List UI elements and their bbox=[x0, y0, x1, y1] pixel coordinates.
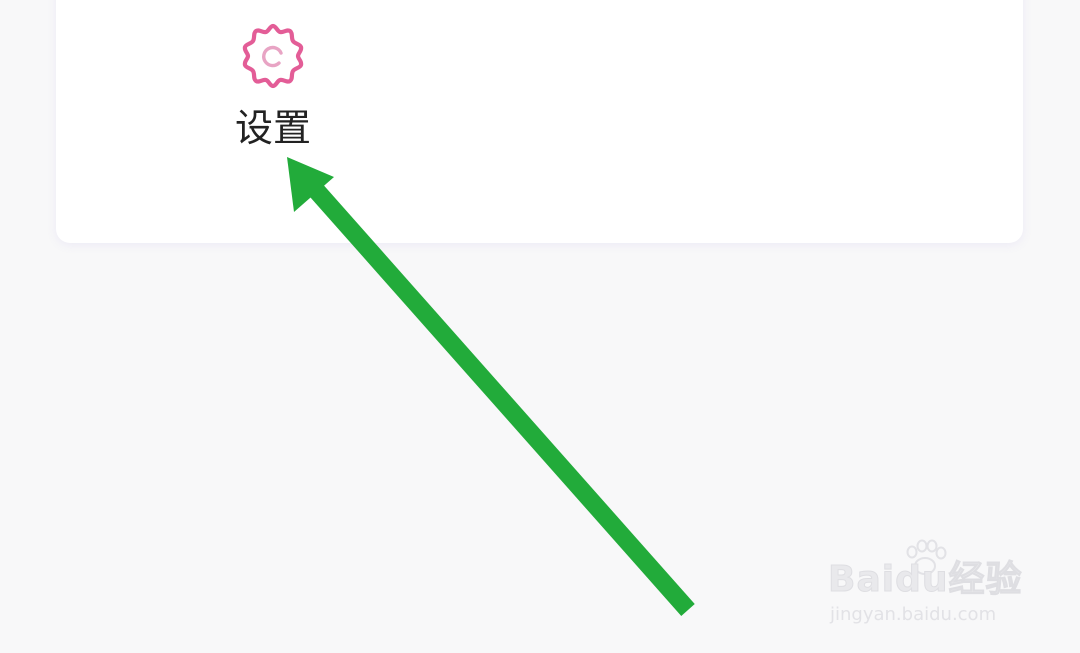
settings-item[interactable]: 设置 bbox=[218, 20, 328, 155]
gear-icon bbox=[242, 23, 304, 89]
watermark-brand: Baidu经验 bbox=[827, 559, 1023, 601]
paw-icon bbox=[906, 539, 947, 575]
watermark-url: jingyan.baidu.com bbox=[830, 604, 997, 625]
watermark: Baidu经验 jingyan.baidu.com bbox=[827, 538, 1028, 633]
settings-label: 设置 bbox=[234, 106, 311, 150]
page: 设置 Baidu经验 jingyan.baidu.com bbox=[0, 0, 1080, 653]
settings-card: 设置 bbox=[56, 0, 1023, 243]
